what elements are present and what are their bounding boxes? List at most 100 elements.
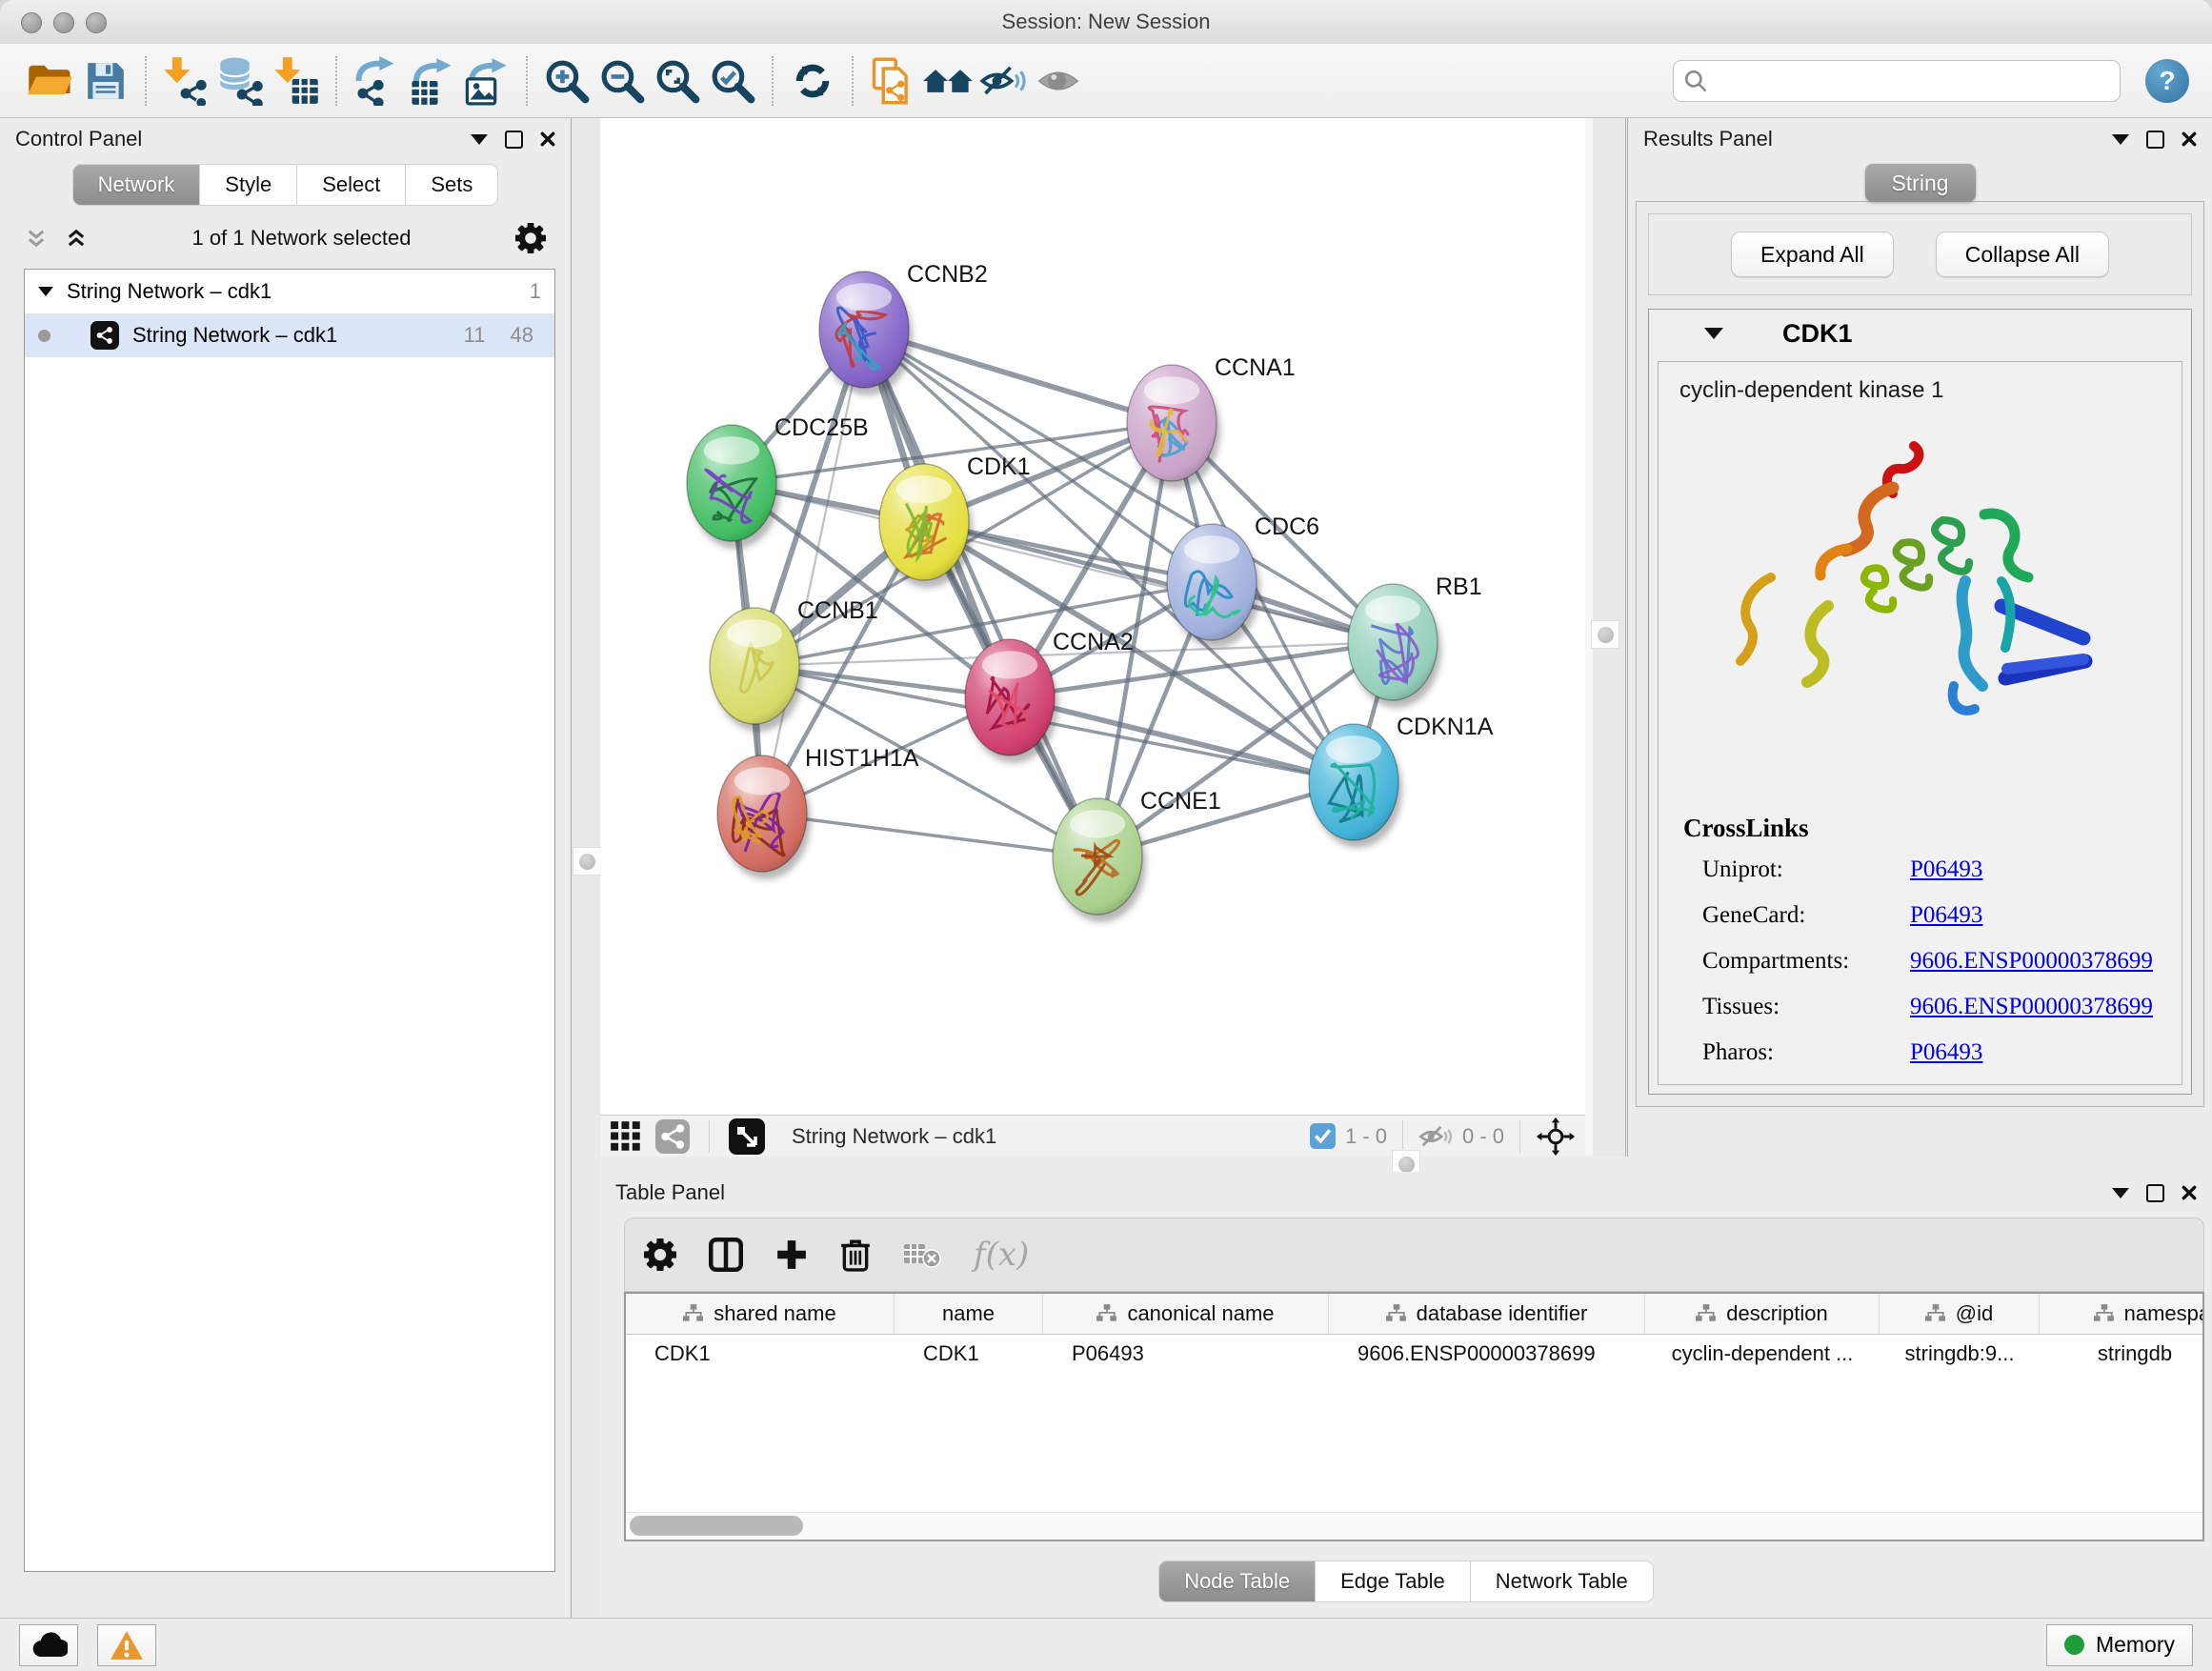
- network-node-CDC6[interactable]: CDC6: [1167, 513, 1319, 648]
- save-session-button[interactable]: [78, 53, 133, 109]
- grid-view-icon[interactable]: [610, 1120, 642, 1153]
- add-column-icon[interactable]: [775, 1238, 808, 1271]
- table-settings-gear-icon[interactable]: [644, 1238, 676, 1271]
- pan-crosshair-icon[interactable]: [1536, 1117, 1576, 1157]
- help-button[interactable]: ?: [2145, 59, 2189, 103]
- network-node-CDK1[interactable]: CDK1: [879, 453, 1031, 588]
- column-header-canonical-name[interactable]: canonical name: [1043, 1294, 1329, 1334]
- panel-float-icon[interactable]: [505, 131, 523, 149]
- table-cell[interactable]: CDK1: [626, 1341, 895, 1366]
- table-cell[interactable]: cyclin-dependent ...: [1645, 1341, 1880, 1366]
- cloud-status-button[interactable]: [19, 1624, 78, 1666]
- right-splitter-handle[interactable]: [1591, 620, 1619, 649]
- tab-select[interactable]: Select: [297, 164, 406, 206]
- tab-string[interactable]: String: [1865, 164, 1976, 202]
- crosslink-link[interactable]: P06493: [1910, 1039, 1982, 1066]
- node-table[interactable]: shared namenamecanonical namedatabase id…: [624, 1292, 2204, 1541]
- crosslink-link[interactable]: P06493: [1910, 856, 1982, 883]
- panel-float-icon[interactable]: [2146, 131, 2164, 149]
- search-input[interactable]: [1708, 69, 2110, 92]
- panel-close-icon[interactable]: [2182, 1185, 2197, 1200]
- network-node-CCNE1[interactable]: CCNE1: [1053, 788, 1221, 922]
- panel-menu-icon[interactable]: [471, 134, 488, 145]
- table-horizontal-scrollbar[interactable]: [626, 1512, 2202, 1540]
- selected-checkbox-icon[interactable]: [1310, 1123, 1336, 1149]
- import-network-file-button[interactable]: [158, 53, 213, 109]
- scrollbar-thumb[interactable]: [630, 1516, 803, 1536]
- table-row[interactable]: CDK1CDK1P064939606.ENSP00000378699cyclin…: [626, 1335, 2202, 1373]
- export-image-button[interactable]: [459, 53, 514, 109]
- tab-network-table[interactable]: Network Table: [1471, 1560, 1654, 1602]
- memory-button[interactable]: Memory: [2046, 1624, 2193, 1666]
- panel-close-icon[interactable]: [540, 131, 555, 147]
- zoom-in-button[interactable]: [539, 53, 594, 109]
- network-node-CDC25B[interactable]: CDC25B: [687, 414, 869, 549]
- tab-sets[interactable]: Sets: [406, 164, 498, 206]
- hidden-eye-icon[interactable]: [1418, 1122, 1453, 1151]
- panel-close-icon[interactable]: [2182, 131, 2197, 147]
- table-cell[interactable]: stringdb: [2040, 1341, 2204, 1366]
- collapse-all-button[interactable]: Collapse All: [1936, 232, 2109, 277]
- gray-eye-button[interactable]: [1031, 53, 1086, 109]
- zoom-fit-button[interactable]: [650, 53, 705, 109]
- table-cell[interactable]: P06493: [1043, 1341, 1329, 1366]
- network-collection-row[interactable]: String Network – cdk1 1: [25, 270, 554, 313]
- network-node-CCNB2[interactable]: CCNB2: [819, 261, 988, 395]
- export-table-button[interactable]: [404, 53, 459, 109]
- collapse-all-icon[interactable]: [25, 227, 48, 250]
- network-node-HIST1H1A[interactable]: HIST1H1A: [717, 745, 919, 879]
- table-cell[interactable]: CDK1: [895, 1341, 1043, 1366]
- network-row-selected[interactable]: String Network – cdk1 11 48: [25, 313, 554, 357]
- horizontal-splitter[interactable]: [600, 1157, 2212, 1172]
- column-header-database-identifier[interactable]: database identifier: [1329, 1294, 1645, 1334]
- home-button[interactable]: [920, 53, 975, 109]
- network-node-CDKN1A[interactable]: CDKN1A: [1309, 714, 1494, 848]
- network-node-CCNA1[interactable]: CCNA1: [1127, 354, 1296, 489]
- section-disclosure-icon[interactable]: [1704, 328, 1723, 339]
- table-cell[interactable]: stringdb:9...: [1880, 1341, 2040, 1366]
- column-header--id[interactable]: @id: [1880, 1294, 2040, 1334]
- clone-network-button[interactable]: [865, 53, 920, 109]
- column-header-name[interactable]: name: [895, 1294, 1043, 1334]
- function-builder-icon[interactable]: f(x): [974, 1236, 1029, 1274]
- crosslink-link[interactable]: P06493: [1910, 902, 1982, 929]
- network-view[interactable]: CCNB2CCNA1CDC25BCDK1CDC6RB1CCNB1CCNA2CDK…: [600, 118, 1585, 1115]
- crosslink-link[interactable]: 9606.ENSP00000378699: [1910, 994, 2153, 1020]
- expand-all-icon[interactable]: [65, 227, 88, 250]
- delete-column-trash-icon[interactable]: [840, 1238, 871, 1272]
- tab-style[interactable]: Style: [200, 164, 297, 206]
- column-header-namespace[interactable]: namespace: [2040, 1294, 2204, 1334]
- crosslink-link[interactable]: 9606.ENSP00000378699: [1910, 948, 2153, 975]
- show-columns-icon[interactable]: [709, 1238, 743, 1272]
- network-node-CCNB1[interactable]: CCNB1: [710, 597, 878, 732]
- right-splitter[interactable]: [1585, 118, 1625, 1157]
- refresh-button[interactable]: [785, 53, 840, 109]
- network-edge-CCNB2-CCNE1[interactable]: [864, 330, 1097, 856]
- expand-all-button[interactable]: Expand All: [1731, 232, 1894, 277]
- tab-node-table[interactable]: Node Table: [1158, 1560, 1316, 1602]
- network-node-RB1[interactable]: RB1: [1348, 574, 1482, 708]
- gear-icon[interactable]: [515, 223, 546, 253]
- network-edge-HIST1H1A-CCNE1[interactable]: [762, 814, 1097, 856]
- network-graph[interactable]: CCNB2CCNA1CDC25BCDK1CDC6RB1CCNB1CCNA2CDK…: [600, 118, 1585, 1115]
- panel-float-icon[interactable]: [2146, 1184, 2164, 1202]
- import-network-database-button[interactable]: [213, 53, 269, 109]
- birdseye-view-icon[interactable]: [729, 1118, 765, 1155]
- import-table-file-button[interactable]: [269, 53, 324, 109]
- column-header-shared-name[interactable]: shared name: [626, 1294, 895, 1334]
- network-share-view-icon[interactable]: [655, 1119, 690, 1154]
- tab-edge-table[interactable]: Edge Table: [1316, 1560, 1471, 1602]
- zoom-selected-button[interactable]: [705, 53, 760, 109]
- column-header-description[interactable]: description: [1645, 1294, 1880, 1334]
- warnings-button[interactable]: [97, 1624, 156, 1666]
- gene-section-header[interactable]: CDK1: [1649, 310, 2191, 357]
- zoom-out-button[interactable]: [594, 53, 650, 109]
- panel-menu-icon[interactable]: [2112, 1188, 2129, 1198]
- left-splitter-handle[interactable]: [573, 847, 601, 876]
- tab-network[interactable]: Network: [72, 164, 201, 206]
- hide-panel-eye-button[interactable]: [975, 53, 1031, 109]
- export-network-button[interactable]: [349, 53, 404, 109]
- open-session-button[interactable]: [23, 53, 78, 109]
- table-cell[interactable]: 9606.ENSP00000378699: [1329, 1341, 1645, 1366]
- left-splitter[interactable]: [572, 118, 600, 1618]
